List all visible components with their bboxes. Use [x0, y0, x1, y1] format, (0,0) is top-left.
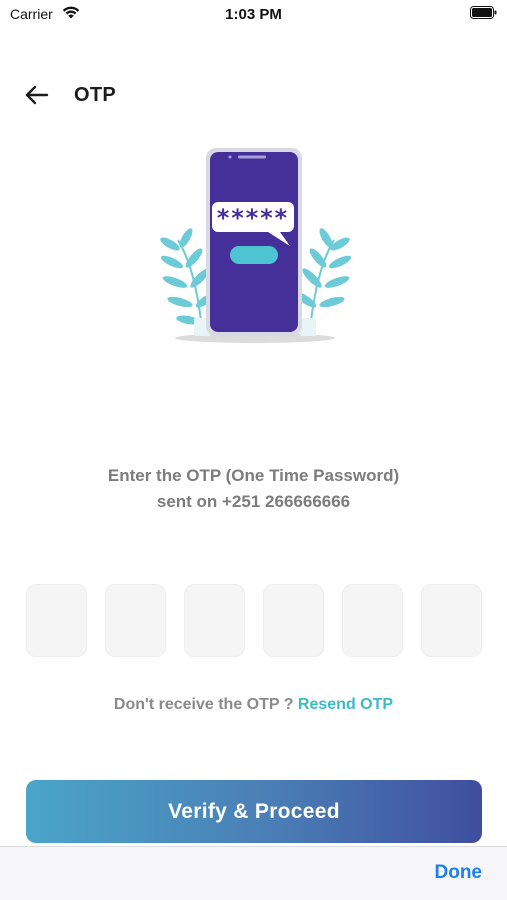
otp-digit-input-4[interactable] — [263, 584, 324, 657]
clock: 1:03 PM — [225, 6, 282, 23]
header: OTP — [0, 70, 507, 120]
page-title: OTP — [74, 84, 117, 106]
instruction-line-2: sent on +251 266666666 — [156, 492, 351, 511]
phone-otp-illustration: ***** — [160, 148, 352, 343]
otp-digit-input-1[interactable] — [26, 584, 87, 657]
resend-prompt: Don't receive the OTP ? — [113, 696, 298, 713]
resend-row: Don't receive the OTP ? Resend OTP — [0, 696, 507, 714]
right-pot — [300, 318, 316, 336]
keyboard-toolbar: Done — [0, 846, 507, 900]
otp-digit-input-6[interactable] — [421, 584, 482, 657]
instruction-line-1: Enter the OTP (One Time Password) — [107, 466, 400, 485]
otp-digit-input-2[interactable] — [105, 584, 166, 657]
masked-otp-text: ***** — [216, 204, 288, 232]
battery-icon — [470, 6, 497, 19]
otp-digit-input-3[interactable] — [184, 584, 245, 657]
back-arrow-icon[interactable] — [22, 82, 50, 108]
verify-button-label: Verify & Proceed — [168, 799, 340, 823]
otp-instructions: Enter the OTP (One Time Password) sent o… — [0, 463, 507, 515]
resend-otp-link[interactable]: Resend OTP — [298, 696, 393, 713]
verify-proceed-button[interactable]: Verify & Proceed — [26, 780, 482, 843]
otp-input-row — [26, 584, 482, 658]
right-plant-icon — [295, 228, 352, 331]
status-bar: Carrier 1:03 PM — [0, 0, 507, 30]
teal-pill — [230, 246, 278, 264]
done-button[interactable]: Done — [435, 862, 483, 884]
phone-icon — [206, 148, 302, 336]
otp-digit-input-5[interactable] — [342, 584, 403, 657]
